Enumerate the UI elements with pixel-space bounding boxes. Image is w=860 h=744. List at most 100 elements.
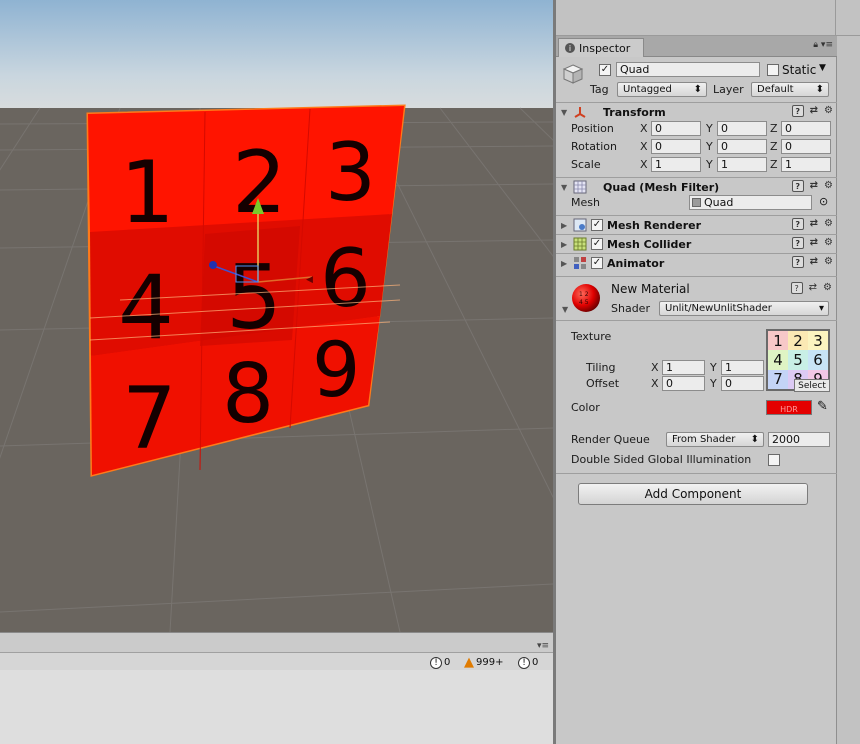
scale-x-field[interactable]: 1 [651,157,701,172]
tag-label: Tag [590,83,609,96]
gear-icon[interactable]: ⚙ [824,180,833,192]
render-queue-mode-dropdown[interactable]: From Shader ⬍ [666,432,764,447]
mesh-collider-title: Mesh Collider [607,237,692,251]
help-icon[interactable]: ? [791,180,804,192]
fold-closed-icon[interactable]: ▶ [561,259,570,268]
gear-icon[interactable]: ⚙ [824,237,833,249]
texture-digit: 5 [788,350,808,370]
tiling-y-field[interactable]: 1 [721,360,764,375]
offset-y-field[interactable]: 0 [721,376,764,391]
help-icon[interactable]: ? [791,256,804,268]
preset-icon[interactable]: ⇄ [809,282,817,294]
lock-icon[interactable]: 🔒︎ ▾≡ [813,40,833,50]
quad-digit: 7 [122,369,177,469]
mesh-collider-enabled-checkbox[interactable]: ✓ [591,238,603,250]
axis-y-label: Y [710,361,717,374]
tab-inspector[interactable]: i Inspector [558,38,644,57]
quad-digit: 5 [226,246,282,349]
scale-z-field[interactable]: 1 [781,157,831,172]
help-icon[interactable]: ? [791,237,804,249]
tiling-x-field[interactable]: 1 [662,360,705,375]
console-log-area[interactable] [0,670,553,744]
preset-icon[interactable]: ⇄ [810,180,818,192]
position-x-field[interactable]: 0 [651,121,701,136]
help-icon[interactable]: ? [790,282,803,294]
quad-digit: 6 [320,232,371,325]
texture-digit: 6 [808,350,828,370]
rotation-z-field[interactable]: 0 [781,139,831,154]
texture-digit: 1 [768,331,788,351]
layer-dropdown[interactable]: Default ⬍ [751,82,829,97]
info-count: 0 [444,657,451,668]
info-counter[interactable]: ! 0 [430,655,450,670]
mesh-collider-header[interactable]: ▶ ✓ Mesh Collider ? ⇄ ⚙ [556,234,837,253]
fold-closed-icon[interactable]: ▶ [561,221,570,230]
gear-icon[interactable]: ⚙ [824,105,833,117]
fold-open-icon[interactable]: ▼ [561,108,570,117]
fold-closed-icon[interactable]: ▶ [561,240,570,249]
shader-dropdown[interactable]: Unlit/NewUnlitShader ▾ [659,301,829,316]
animator-enabled-checkbox[interactable]: ✓ [591,257,603,269]
gear-icon[interactable]: ⚙ [824,256,833,268]
mesh-filter-header[interactable]: ▼ Quad (Mesh Filter) ? ⇄ ⚙ [556,177,837,196]
hdr-label: HDR [780,405,798,414]
chevron-down-icon: ⬍ [815,84,824,95]
scene-canvas[interactable]: 1 2 3 4 5 6 7 8 9 ◀ [0,0,553,632]
upper-panel [556,0,860,36]
rotation-x-field[interactable]: 0 [651,139,701,154]
object-picker-icon[interactable]: ⊙ [819,195,828,208]
side-gutter [837,36,860,744]
fold-open-icon[interactable]: ▼ [562,305,568,314]
layer-value: Default [757,84,794,95]
tag-dropdown[interactable]: Untagged ⬍ [617,82,707,97]
scale-y-field[interactable]: 1 [717,157,767,172]
preset-icon[interactable]: ⇄ [810,105,818,117]
position-y-field[interactable]: 0 [717,121,767,136]
mesh-icon [692,198,701,207]
texture-digit: 2 [788,331,808,351]
chevron-down-icon: ▾ [818,303,824,314]
mesh-renderer-header[interactable]: ▶ ✓ Mesh Renderer ? ⇄ ⚙ [556,215,837,234]
mesh-renderer-enabled-checkbox[interactable]: ✓ [591,219,603,231]
dsgi-checkbox[interactable] [768,454,780,466]
eyedropper-icon[interactable]: ✎ [817,399,828,414]
animator-header[interactable]: ▶ ✓ Animator ? ⇄ ⚙ [556,253,837,272]
position-z-field[interactable]: 0 [781,121,831,136]
preset-icon[interactable]: ⇄ [810,218,818,230]
add-component-button[interactable]: Add Component [578,483,808,505]
quad-digit: 9 [312,325,360,414]
static-label: Static [782,63,817,77]
error-count: 0 [532,657,539,668]
rotation-y-field[interactable]: 0 [717,139,767,154]
offset-x-field[interactable]: 0 [662,376,705,391]
preset-icon[interactable]: ⇄ [810,256,818,268]
inspector-tabbar: i Inspector 🔒︎ ▾≡ [556,36,837,57]
help-icon[interactable]: ? [791,105,804,117]
panel-menu-icon[interactable]: ▾≡ [537,641,549,651]
texture-select-button[interactable]: Select [794,379,830,392]
warning-counter[interactable]: ▲ 999+ [464,655,503,670]
object-name-field[interactable]: Quad [616,62,760,77]
mesh-object-field[interactable]: Quad [689,195,812,210]
active-checkbox[interactable]: ✓ [599,64,611,76]
transform-header[interactable]: ▼ Transform ? ⇄ ⚙ [556,102,837,121]
render-queue-field[interactable]: 2000 [768,432,830,447]
static-dropdown-icon[interactable]: ▼ [819,63,826,73]
color-label: Color [571,401,600,414]
static-checkbox[interactable] [767,64,779,76]
help-icon[interactable]: ? [791,218,804,230]
svg-text:4 5: 4 5 [579,299,589,306]
color-swatch[interactable]: HDR [766,400,812,415]
animator-icon [573,256,587,270]
fold-open-icon[interactable]: ▼ [561,183,570,192]
error-counter[interactable]: ! 0 [518,655,538,670]
quad-digit: 4 [118,256,174,359]
preset-icon[interactable]: ⇄ [810,237,818,249]
quad-digit: 3 [325,126,376,219]
scene-view[interactable]: 1 2 3 4 5 6 7 8 9 ◀ [0,0,553,632]
transform-title: Transform [603,105,666,119]
gear-icon[interactable]: ⚙ [823,282,832,294]
material-preview-icon[interactable]: 1 2 4 5 [570,282,602,314]
texture-digit: 4 [768,350,788,370]
gear-icon[interactable]: ⚙ [824,218,833,230]
